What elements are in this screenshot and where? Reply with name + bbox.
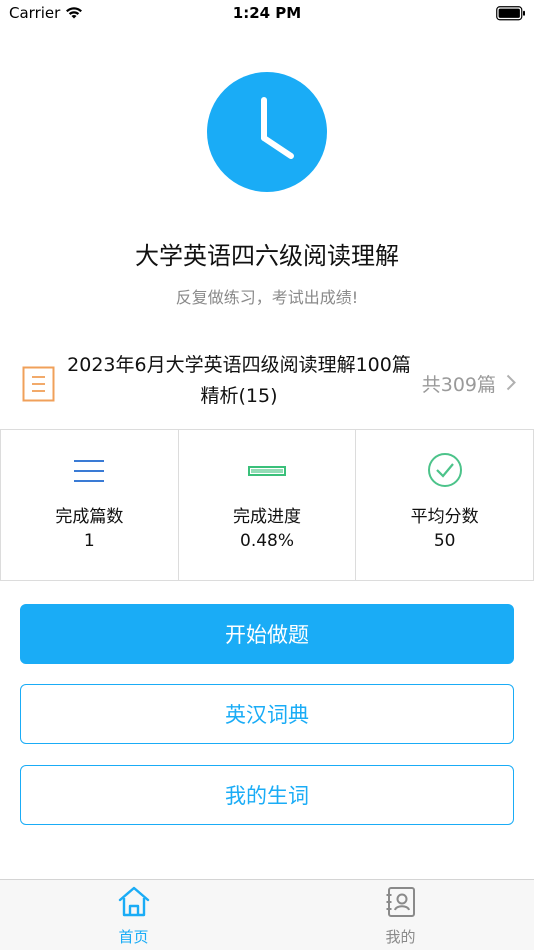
home-screen: Carrier 1:24 PM 大学英语四六级阅读理解 反复做练习，考试出成绩! [0, 0, 534, 950]
stat-label: 完成进度 [233, 507, 301, 527]
current-book-row[interactable]: 2023年6月大学英语四级阅读理解100篇精析(15) 共309篇 [0, 348, 534, 420]
stat-completed-count: 完成篇数 1 [1, 430, 178, 580]
stat-value: 50 [433, 531, 456, 551]
check-circle-icon [427, 453, 463, 492]
book-title: 2023年6月大学英语四级阅读理解100篇精析(15) [67, 354, 411, 407]
dictionary-button[interactable]: 英汉词典 [20, 684, 514, 744]
tab-mine[interactable]: 我的 [267, 880, 534, 950]
book-count: 共309篇 [421, 374, 496, 396]
status-time: 1:24 PM [232, 4, 302, 22]
tab-bar: 首页 我的 [0, 879, 534, 950]
progress-bar-icon [248, 458, 286, 488]
start-practice-button[interactable]: 开始做题 [20, 604, 514, 664]
stat-average-score: 平均分数 50 [355, 430, 533, 580]
app-subtitle: 反复做练习，考试出成绩! [175, 288, 359, 307]
app-title: 大学英语四六级阅读理解 [135, 242, 399, 270]
clock-icon [207, 72, 327, 196]
stat-label: 平均分数 [410, 507, 479, 527]
stat-progress: 完成进度 0.48% [177, 430, 356, 580]
stat-value: 1 [83, 531, 95, 551]
chevron-right-icon [506, 374, 516, 395]
document-icon [22, 366, 55, 406]
home-icon [117, 886, 151, 922]
battery-icon [496, 6, 526, 25]
tab-label: 首页 [118, 928, 149, 946]
status-bar: Carrier 1:24 PM [0, 0, 534, 30]
profile-book-icon [385, 886, 417, 922]
tab-home[interactable]: 首页 [0, 880, 267, 950]
list-lines-icon [73, 458, 105, 488]
tab-label: 我的 [385, 928, 416, 946]
stat-label: 完成篇数 [55, 507, 124, 527]
my-words-button[interactable]: 我的生词 [20, 765, 514, 825]
stats-grid: 完成篇数 1 完成进度 0.48% 平均分数 50 [0, 429, 534, 581]
stat-value: 0.48% [240, 531, 295, 551]
